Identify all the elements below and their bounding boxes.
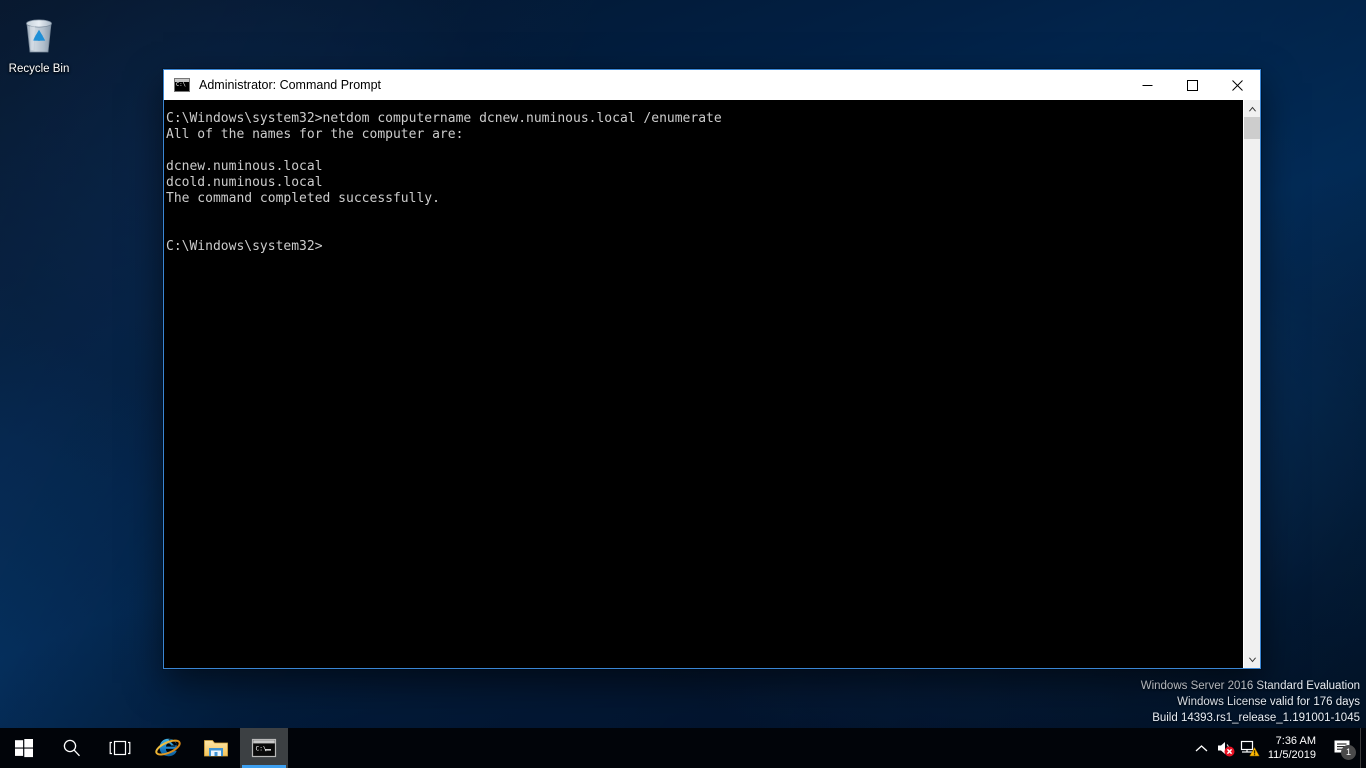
- console-line: dcnew.numinous.local: [166, 159, 323, 174]
- taskbar-app-command-prompt[interactable]: C:\: [240, 728, 288, 768]
- scroll-up-icon[interactable]: [1244, 100, 1260, 117]
- task-view-button[interactable]: [96, 728, 144, 768]
- network-tray-icon[interactable]: [1238, 728, 1262, 768]
- taskbar[interactable]: C:\ 7:36 AM 11/5/2019 1: [0, 728, 1366, 768]
- speaker-muted-icon: [1217, 742, 1235, 757]
- search-icon: [63, 739, 80, 757]
- console-area[interactable]: C:\Windows\system32>netdom computername …: [164, 100, 1260, 668]
- windows-logo-icon: [15, 739, 33, 758]
- svg-text:C:\: C:\: [256, 746, 267, 753]
- command-prompt-icon: C:\: [251, 738, 277, 758]
- show-desktop-button[interactable]: [1360, 728, 1366, 768]
- start-button[interactable]: [0, 728, 48, 768]
- watermark-line-edition: Windows Server 2016 Standard Evaluation: [1140, 680, 1360, 692]
- search-button[interactable]: [48, 728, 96, 768]
- clock-date: 11/5/2019: [1267, 749, 1316, 761]
- console-scrollbar[interactable]: [1243, 100, 1260, 668]
- window-controls: [1125, 70, 1260, 100]
- recycle-bin-icon: [15, 10, 63, 58]
- taskbar-app-internet-explorer[interactable]: [144, 728, 192, 768]
- watermark-line-license: Windows License valid for 176 days: [1177, 696, 1360, 708]
- console-line: All of the names for the computer are:: [166, 127, 464, 142]
- chevron-up-icon: [1195, 744, 1208, 751]
- console-line: dcold.numinous.local: [166, 175, 323, 190]
- recycle-bin-label: Recycle Bin: [8, 63, 70, 75]
- console-output[interactable]: C:\Windows\system32>netdom computername …: [164, 100, 1243, 668]
- task-view-icon: [109, 740, 131, 756]
- console-line: C:\Windows\system32>netdom computername …: [166, 111, 722, 126]
- scroll-down-icon[interactable]: [1244, 651, 1260, 668]
- taskbar-app-file-explorer[interactable]: [192, 728, 240, 768]
- desktop[interactable]: Recycle Bin Administrator: Command Promp…: [0, 0, 1366, 768]
- clock-time: 7:36 AM: [1275, 735, 1316, 747]
- taskbar-clock[interactable]: 7:36 AM 11/5/2019: [1262, 728, 1326, 768]
- action-center-badge: 1: [1341, 745, 1356, 760]
- command-prompt-icon: [174, 78, 190, 92]
- minimize-button[interactable]: [1125, 70, 1170, 100]
- console-line: C:\Windows\system32>: [166, 239, 323, 254]
- watermark-line-build: Build 14393.rs1_release_1.191001-1045: [1152, 712, 1360, 724]
- network-warning-icon: [1240, 740, 1260, 757]
- scrollbar-track[interactable]: [1244, 117, 1260, 651]
- desktop-icon-recycle-bin[interactable]: Recycle Bin: [4, 6, 74, 76]
- show-hidden-icons-button[interactable]: [1190, 728, 1214, 768]
- internet-explorer-icon: [155, 738, 181, 757]
- system-tray[interactable]: 7:36 AM 11/5/2019 1: [1190, 728, 1366, 768]
- file-explorer-icon: [204, 740, 228, 757]
- window-titlebar[interactable]: Administrator: Command Prompt: [164, 70, 1260, 100]
- close-button[interactable]: [1215, 70, 1260, 100]
- windows-activation-watermark: Windows Server 2016 Standard Evaluation …: [1141, 678, 1360, 726]
- action-center-button[interactable]: 1: [1326, 728, 1360, 768]
- command-prompt-window[interactable]: Administrator: Command Prompt: [163, 69, 1261, 669]
- window-title: Administrator: Command Prompt: [199, 78, 382, 92]
- maximize-button[interactable]: [1170, 70, 1215, 100]
- scrollbar-thumb[interactable]: [1244, 117, 1260, 139]
- volume-tray-icon[interactable]: [1214, 728, 1238, 768]
- console-line: The command completed successfully.: [166, 191, 440, 206]
